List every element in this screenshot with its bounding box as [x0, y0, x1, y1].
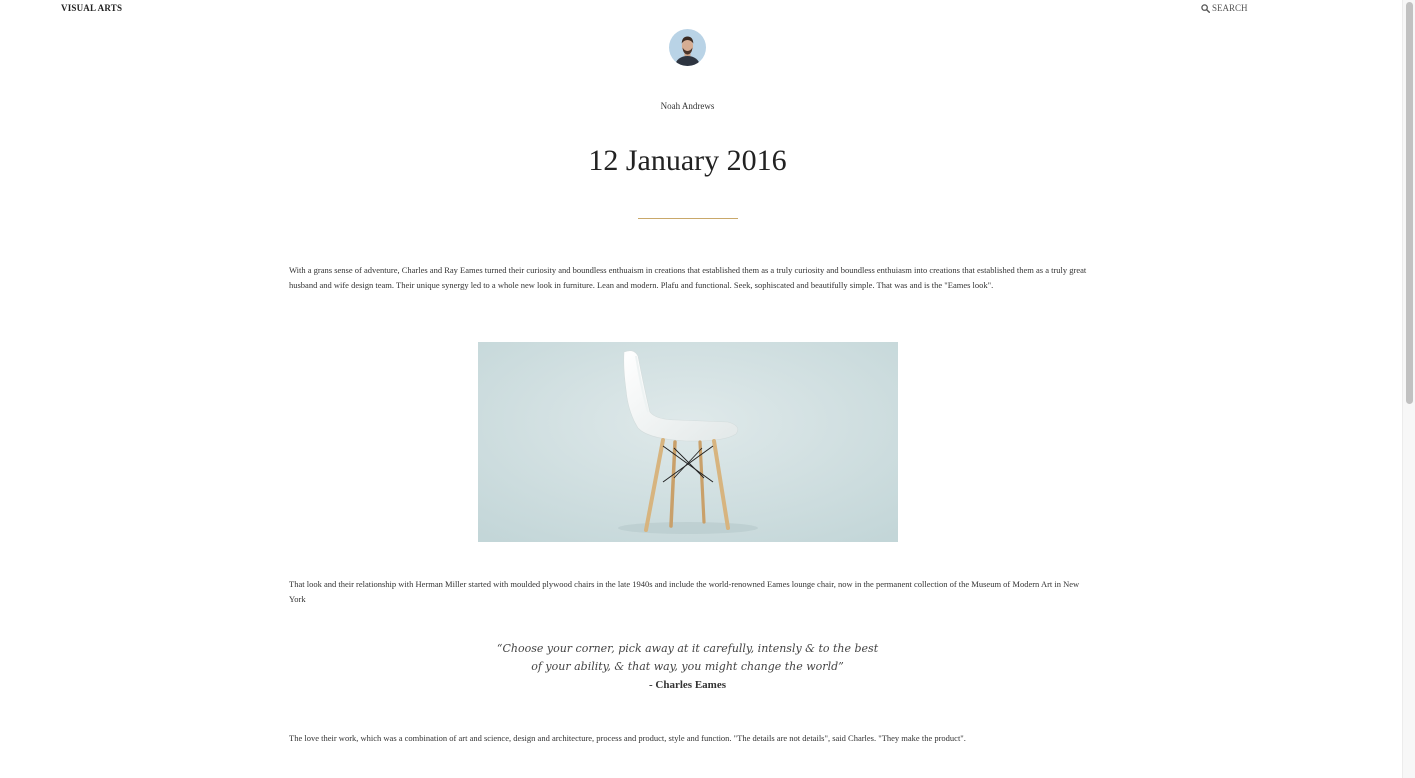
author-name[interactable]: Noah Andrews	[0, 101, 1375, 111]
search-icon	[1201, 3, 1210, 13]
search-label: SEARCH	[1212, 3, 1248, 13]
title-divider	[638, 218, 738, 219]
site-brand-link[interactable]: VISUAL ARTS	[61, 3, 122, 13]
scrollbar[interactable]	[1402, 0, 1415, 778]
quote-text: “Choose your corner, pick away at it car…	[0, 640, 1375, 676]
eames-chair-image	[478, 342, 898, 542]
search-button[interactable]: SEARCH	[1201, 3, 1248, 13]
quote-author: - Charles Eames	[649, 679, 726, 691]
scrollbar-thumb[interactable]	[1406, 2, 1413, 404]
article-paragraph: The love their work, which was a combina…	[289, 733, 966, 743]
article-paragraph: With a grans sense of adventure, Charles…	[289, 265, 1087, 290]
post-date-title: 12 January 2016	[588, 144, 787, 177]
quote-line: “Choose your corner, pick away at it car…	[496, 642, 879, 655]
quote-line: of your ability, & that way, you might c…	[531, 660, 844, 673]
blockquote: “Choose your corner, pick away at it car…	[0, 640, 1375, 694]
author-avatar[interactable]	[669, 29, 706, 66]
article-paragraph: That look and their relationship with He…	[289, 579, 1080, 604]
